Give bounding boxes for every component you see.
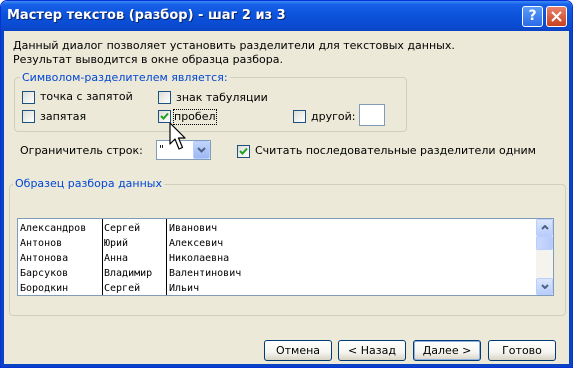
table-cell: Владимир bbox=[104, 268, 153, 279]
checkmark-icon bbox=[239, 147, 248, 155]
back-button[interactable]: < Назад bbox=[338, 340, 406, 361]
preview-group-label: Образец разбора данных bbox=[13, 177, 164, 190]
window-frame-left bbox=[1, 31, 4, 367]
text-qualifier-label: Ограничитель строк: bbox=[20, 144, 143, 157]
table-cell: Антонова bbox=[20, 253, 69, 264]
other-delimiter-input[interactable] bbox=[359, 104, 385, 126]
scroll-up-button[interactable] bbox=[536, 219, 553, 236]
chevron-down-icon bbox=[197, 147, 206, 153]
window-title: Мастер текстов (разбор) - шаг 2 из 3 bbox=[7, 8, 286, 23]
table-cell: Иванович bbox=[169, 223, 218, 234]
description-line-2: Результат выводится в окне образца разбо… bbox=[13, 53, 283, 66]
table-cell: Анна bbox=[104, 253, 129, 264]
text-qualifier-dropdown-button[interactable] bbox=[193, 141, 210, 159]
text-qualifier-value: " bbox=[159, 143, 165, 156]
scroll-thumb[interactable] bbox=[536, 236, 553, 250]
close-button[interactable] bbox=[546, 6, 567, 27]
comma-checkbox[interactable] bbox=[22, 110, 35, 123]
table-cell: Алексевич bbox=[169, 238, 224, 249]
next-button[interactable]: Далее > bbox=[413, 340, 481, 361]
other-label[interactable]: другой: bbox=[311, 110, 355, 124]
table-cell: Александров bbox=[20, 223, 87, 234]
chevron-down-icon bbox=[541, 284, 549, 289]
window-frame-bottom bbox=[1, 364, 572, 367]
table-cell: Антонов bbox=[20, 238, 63, 249]
column-break-line[interactable] bbox=[102, 219, 103, 295]
table-cell: Ильич bbox=[169, 283, 200, 294]
column-break-line[interactable] bbox=[166, 219, 167, 295]
preview-area[interactable]: Александров Сергей Иванович Антонов Юрий… bbox=[17, 218, 554, 296]
title-bar[interactable]: Мастер текстов (разбор) - шаг 2 из 3 ? bbox=[1, 1, 572, 31]
delimiters-group-label: Символом-разделителем является: bbox=[20, 71, 230, 84]
consecutive-checkbox[interactable] bbox=[237, 145, 250, 158]
scroll-down-button[interactable] bbox=[536, 278, 553, 295]
table-cell: Валентинович bbox=[169, 268, 242, 279]
close-icon bbox=[551, 11, 562, 22]
semicolon-checkbox[interactable] bbox=[22, 91, 35, 104]
help-button[interactable]: ? bbox=[522, 6, 543, 27]
table-cell: Юрий bbox=[104, 238, 129, 249]
tab-label[interactable]: знак табуляции bbox=[176, 91, 268, 105]
preview-vertical-scrollbar[interactable] bbox=[536, 219, 553, 295]
description-line-1: Данный диалог позволяет установить разде… bbox=[13, 39, 455, 52]
chevron-up-icon bbox=[541, 225, 549, 230]
table-cell: Николаевна bbox=[169, 253, 230, 264]
other-checkbox[interactable] bbox=[293, 110, 306, 123]
table-cell: Бородкин bbox=[20, 283, 69, 294]
table-cell: Сергей bbox=[104, 223, 141, 234]
tab-checkbox[interactable] bbox=[158, 91, 171, 104]
dialog-description: Данный диалог позволяет установить разде… bbox=[13, 39, 455, 67]
semicolon-label[interactable]: точка с запятой bbox=[40, 90, 133, 104]
cancel-button[interactable]: Отмена bbox=[264, 340, 332, 361]
comma-label[interactable]: запятая bbox=[40, 110, 86, 124]
checkmark-icon bbox=[160, 112, 169, 120]
table-cell: Сергей bbox=[104, 283, 141, 294]
finish-button[interactable]: Готово bbox=[488, 340, 556, 361]
consecutive-label[interactable]: Считать последовательные разделители одн… bbox=[255, 144, 536, 158]
dialog-window: Мастер текстов (разбор) - шаг 2 из 3 ? Д… bbox=[0, 0, 573, 368]
table-cell: Барсуков bbox=[20, 268, 69, 279]
mouse-cursor-icon bbox=[169, 122, 186, 150]
window-frame-right bbox=[569, 31, 572, 367]
